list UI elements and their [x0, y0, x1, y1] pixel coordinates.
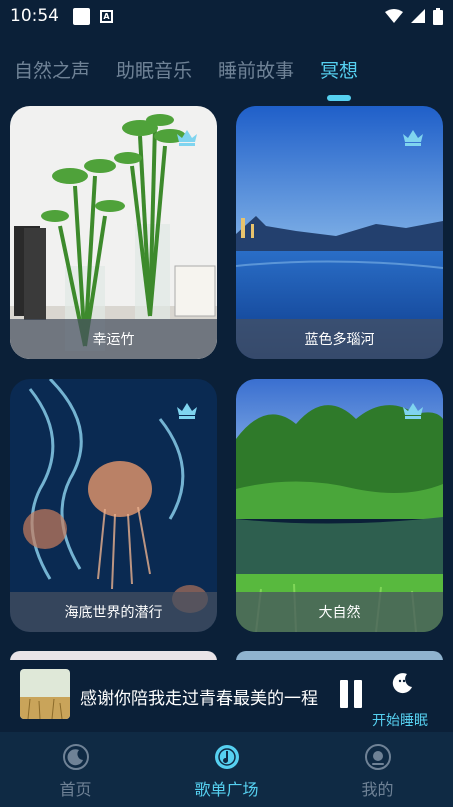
nav-label: 我的 — [361, 780, 394, 799]
signal-icon — [411, 9, 425, 23]
tab-bedtime-stories[interactable]: 睡前故事 — [218, 56, 294, 83]
wifi-icon — [385, 9, 403, 23]
notification-a-icon: A — [100, 9, 113, 23]
category-tabs: 自然之声 助眠音乐 睡前故事 冥想 — [14, 56, 359, 101]
card-blue-danube[interactable]: 蓝色多瑙河 — [236, 106, 443, 359]
status-bar: 10:54 A — [0, 0, 453, 32]
card-label: 幸运竹 — [10, 319, 217, 359]
pause-bar — [340, 680, 348, 708]
moon-icon — [392, 673, 412, 694]
pause-button[interactable] — [340, 680, 364, 708]
start-sleep-button[interactable]: 开始睡眠 — [372, 668, 436, 729]
nav-home[interactable]: 首页 — [0, 732, 151, 807]
premium-crown-icon — [403, 403, 423, 419]
card-underwater-world[interactable]: 海底世界的潜行 — [10, 379, 217, 632]
mini-player[interactable]: 感谢你陪我走过青春最美的一程 开始睡眠 — [0, 660, 453, 732]
nav-profile[interactable]: 我的 — [302, 732, 453, 807]
nav-playlist-square[interactable]: 歌单广场 — [151, 732, 302, 807]
card-label: 海底世界的潜行 — [10, 592, 217, 632]
tab-nature-sounds[interactable]: 自然之声 — [14, 56, 90, 83]
pause-bar — [354, 680, 362, 708]
album-art — [20, 669, 70, 719]
nav-label: 首页 — [59, 780, 92, 799]
battery-icon — [433, 7, 443, 25]
notification-square-icon — [73, 7, 90, 25]
tab-sleep-music[interactable]: 助眠音乐 — [116, 56, 192, 83]
premium-crown-icon — [177, 130, 197, 146]
profile-icon — [364, 744, 391, 770]
tab-label: 自然之声 — [14, 60, 91, 82]
song-title: 感谢你陪我走过青春最美的一程 — [80, 689, 318, 709]
premium-crown-icon — [403, 130, 423, 146]
tab-label: 睡前故事 — [218, 60, 295, 82]
start-sleep-label: 开始睡眠 — [372, 713, 428, 729]
card-nature[interactable]: 大自然 — [236, 379, 443, 632]
card-lucky-bamboo[interactable]: 幸运竹 — [10, 106, 217, 359]
status-time: 10:54 — [10, 6, 59, 26]
bottom-nav: 首页 歌单广场 我的 — [0, 732, 453, 807]
premium-crown-icon — [177, 403, 197, 419]
tab-label: 冥想 — [320, 60, 359, 82]
card-label: 蓝色多瑙河 — [236, 319, 443, 359]
app-screen: 10:54 A 自然之声 助眠音乐 睡前故事 冥想 幸运竹 蓝色多瑙河 海底世界… — [0, 0, 453, 807]
music-disc-icon — [214, 745, 239, 769]
tab-meditation[interactable]: 冥想 — [320, 56, 359, 101]
card-label: 大自然 — [236, 592, 443, 632]
active-tab-indicator — [327, 95, 352, 101]
home-moon-icon — [62, 744, 89, 770]
status-indicators — [385, 7, 443, 25]
nav-label: 歌单广场 — [194, 780, 259, 799]
tab-label: 助眠音乐 — [116, 60, 193, 82]
